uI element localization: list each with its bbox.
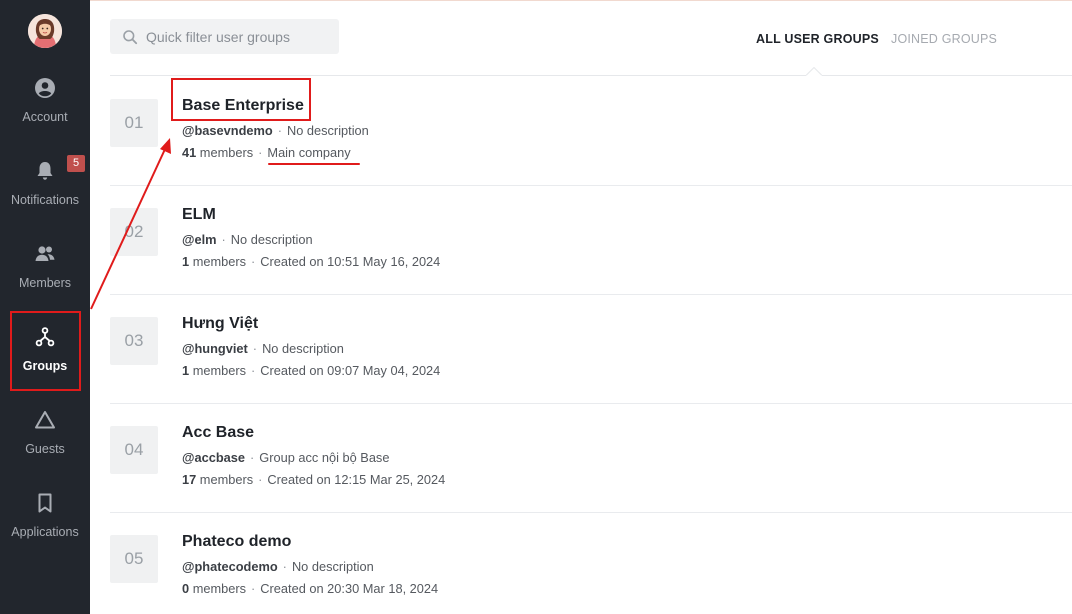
group-row[interactable]: 02 ELM @elm · No description 1 members · Cre… [110,186,1072,295]
members-label: members [199,145,254,160]
group-handle-line: @accbase · Group acc nội bộ Base [182,450,390,465]
group-handle-line: @basevndemo · No description [182,123,369,138]
sidebar-item-members[interactable]: Members [0,242,90,322]
annotation-highlight-group-name [171,78,311,121]
group-handle: @basevndemo [182,123,273,138]
sidebar-item-label: Notifications [10,193,80,207]
bookmark-icon [33,491,57,515]
group-meta-line: 41 members · Main company [182,145,351,160]
sidebar-item-label: Guests [25,442,65,456]
group-handle: @accbase [182,450,245,465]
group-description: No description [230,232,313,247]
search-box[interactable] [110,19,339,54]
tab-all-user-groups[interactable]: ALL USER GROUPS [756,32,879,46]
sidebar-item-guests[interactable]: Guests [0,408,90,488]
group-description: No description [262,341,344,356]
account-icon [33,76,57,100]
group-handle-line: @hungviet · No description [182,341,344,356]
group-number: 05 [110,535,158,583]
group-name[interactable]: Phateco demo [182,533,291,551]
group-description: No description [291,559,374,574]
members-label: members [192,254,247,269]
group-handle: @hungviet [182,341,248,356]
group-row[interactable]: 04 Acc Base @accbase · Group acc nội bộ Ba… [110,404,1072,513]
group-meta-line: 0 members · Created on 20:30 Mar 18, 2024 [182,581,439,596]
sidebar-item-label: Account [22,110,68,124]
search-icon [122,29,138,45]
bell-icon [33,159,57,183]
sidebar: Account Notifications 5 Members Groups G… [0,0,90,614]
group-name[interactable]: Acc Base [182,424,254,442]
members-label: members [199,472,254,487]
group-name[interactable]: ELM [182,206,216,224]
top-divider [90,0,1072,1]
group-meta: Created on 12:15 Mar 25, 2024 [267,472,446,487]
notification-count-badge: 5 [67,155,85,172]
group-meta: Created on 20:30 Mar 18, 2024 [260,581,439,596]
group-number: 01 [110,99,158,147]
active-tab-caret [806,67,822,76]
member-count: 1 [182,363,190,378]
header-divider [110,75,1072,76]
annotation-underline-main-company [268,163,360,165]
avatar[interactable] [28,14,62,48]
group-meta: Main company [267,145,351,160]
group-handle-line: @elm · No description [182,232,313,247]
group-meta-line: 1 members · Created on 09:07 May 04, 2024 [182,363,441,378]
member-count: 1 [182,254,190,269]
group-meta: Created on 09:07 May 04, 2024 [260,363,441,378]
group-handle: @elm [182,232,217,247]
group-description: Group acc nội bộ Base [259,450,390,465]
sidebar-item-label: Applications [11,525,79,539]
sidebar-item-label: Members [18,276,72,290]
members-label: members [192,363,247,378]
triangle-icon [33,408,57,432]
tab-joined-groups[interactable]: JOINED GROUPS [891,32,997,46]
sidebar-item-account[interactable]: Account [0,76,90,156]
annotation-highlight-groups [10,311,81,391]
group-row[interactable]: 03 Hưng Việt @hungviet · No description 1 … [110,295,1072,404]
group-meta-line: 17 members · Created on 12:15 Mar 25, 2024 [182,472,446,487]
group-meta-line: 1 members · Created on 10:51 May 16, 2024 [182,254,441,269]
group-name[interactable]: Hưng Việt [182,315,258,333]
members-icon [33,242,57,266]
member-count: 17 [182,472,197,487]
member-count: 0 [182,581,190,596]
members-label: members [192,581,247,596]
group-row[interactable]: 05 Phateco demo @phatecodemo · No descript… [110,513,1072,614]
group-handle: @phatecodemo [182,559,278,574]
group-number: 03 [110,317,158,365]
group-number: 04 [110,426,158,474]
group-description: No description [286,123,369,138]
group-number: 02 [110,208,158,256]
member-count: 41 [182,145,197,160]
group-meta: Created on 10:51 May 16, 2024 [260,254,441,269]
search-input[interactable] [146,19,332,54]
group-handle-line: @phatecodemo · No description [182,559,374,574]
sidebar-item-applications[interactable]: Applications [0,491,90,571]
